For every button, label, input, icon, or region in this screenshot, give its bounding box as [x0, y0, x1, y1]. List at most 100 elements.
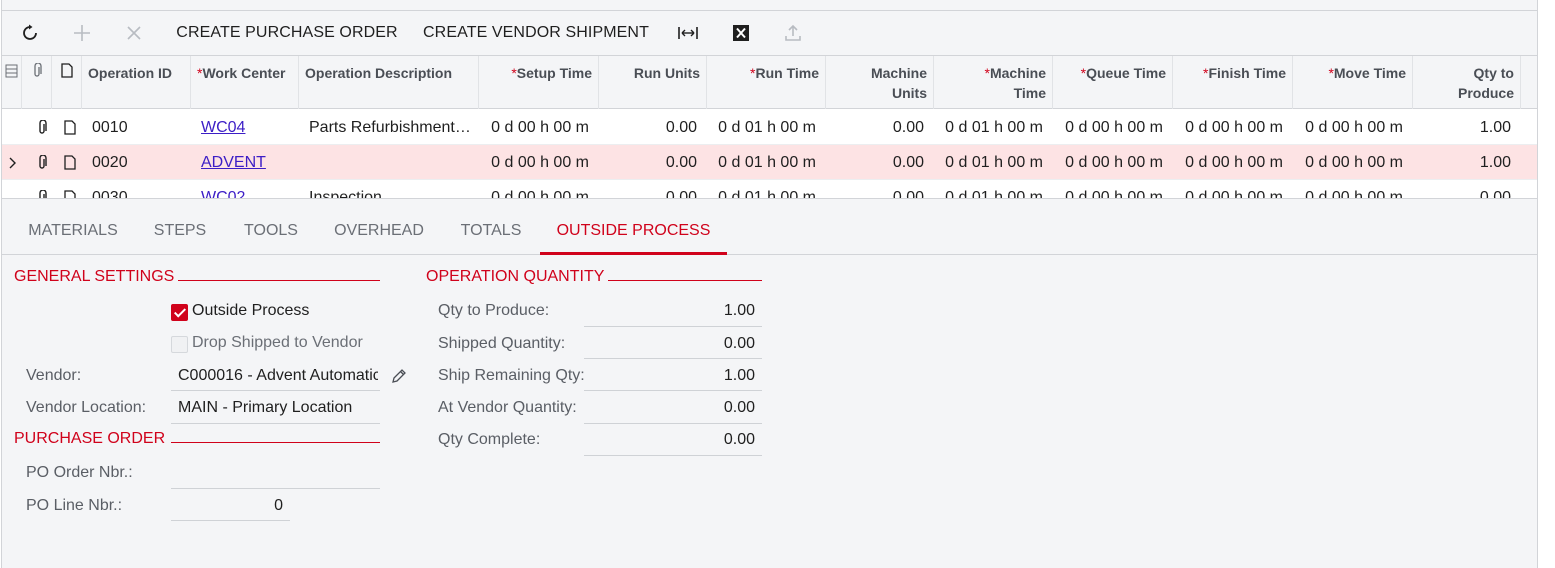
- plus-icon[interactable]: [68, 11, 96, 55]
- field-underline: [171, 488, 380, 489]
- cell-operation-id[interactable]: 0020: [86, 145, 191, 180]
- toolbar: CREATE PURCHASE ORDER CREATE VENDOR SHIP…: [2, 11, 1537, 55]
- vendor-field[interactable]: C000016 - Advent Automatic: [178, 367, 378, 385]
- po-line-nbr-label: PO Line Nbr.:: [26, 497, 123, 514]
- cell-description[interactable]: Inspection: [303, 180, 479, 198]
- pencil-icon[interactable]: [390, 367, 408, 385]
- cell-qty-to-produce[interactable]: 0.00: [1413, 180, 1517, 198]
- cell-description[interactable]: Parts Refurbishment…: [303, 110, 479, 145]
- upload-icon[interactable]: [779, 11, 807, 55]
- refresh-icon[interactable]: [16, 11, 44, 55]
- tab-steps[interactable]: STEPS: [140, 210, 220, 255]
- cell-operation-id[interactable]: 0030: [86, 180, 191, 198]
- tab-tools[interactable]: TOOLS: [228, 210, 314, 255]
- shipped-quantity-label: Shipped Quantity:: [438, 335, 566, 352]
- cell-finish-time[interactable]: 0 d 00 h 00 m: [1173, 110, 1289, 145]
- col-move-time[interactable]: *Move Time: [1293, 56, 1413, 109]
- fit-to-screen-icon[interactable]: [674, 11, 702, 55]
- cell-operation-id[interactable]: 0010: [86, 110, 191, 145]
- field-underline: [584, 326, 762, 327]
- section-divider: [178, 280, 380, 281]
- cell-run-units[interactable]: 0.00: [599, 145, 703, 180]
- cell-finish-time[interactable]: 0 d 00 h 00 m: [1173, 180, 1289, 198]
- cell-move-time[interactable]: 0 d 00 h 00 m: [1293, 110, 1409, 145]
- cell-finish-time[interactable]: 0 d 00 h 00 m: [1173, 145, 1289, 180]
- at-vendor-quantity-field: 0.00: [723, 399, 755, 416]
- cell-machine-units[interactable]: 0.00: [826, 110, 930, 145]
- cell-machine-units[interactable]: 0.00: [826, 180, 930, 198]
- cell-run-time[interactable]: 0 d 01 h 00 m: [707, 180, 822, 198]
- app-frame: CREATE PURCHASE ORDER CREATE VENDOR SHIP…: [1, 0, 1538, 568]
- attachment-header[interactable]: [22, 56, 52, 109]
- tab-overhead[interactable]: OVERHEAD: [320, 210, 438, 255]
- paperclip-icon[interactable]: [32, 145, 52, 180]
- cell-move-time[interactable]: 0 d 00 h 00 m: [1293, 145, 1409, 180]
- note-header[interactable]: [52, 56, 82, 109]
- col-machine-time[interactable]: *Machine Time: [934, 56, 1053, 109]
- paperclip-icon[interactable]: [32, 180, 52, 198]
- cell-run-time[interactable]: 0 d 01 h 00 m: [707, 110, 822, 145]
- col-operation-id[interactable]: Operation ID: [82, 56, 191, 109]
- cell-work-center[interactable]: WC02: [195, 180, 299, 198]
- note-icon[interactable]: [60, 180, 80, 198]
- cell-description[interactable]: [303, 145, 479, 180]
- purchase-order-title: PURCHASE ORDER: [14, 430, 166, 447]
- shipped-quantity-field: 0.00: [723, 335, 755, 352]
- outside-process-checkbox[interactable]: [171, 304, 188, 321]
- work-center-link[interactable]: ADVENT: [201, 154, 266, 171]
- cell-run-time[interactable]: 0 d 01 h 00 m: [707, 145, 822, 180]
- cell-work-center[interactable]: WC04: [195, 110, 299, 145]
- col-finish-time[interactable]: *Finish Time: [1173, 56, 1293, 109]
- cell-run-units[interactable]: 0.00: [599, 180, 703, 198]
- tab-totals[interactable]: TOTALS: [446, 210, 536, 255]
- cell-machine-time[interactable]: 0 d 01 h 00 m: [934, 110, 1049, 145]
- work-center-link[interactable]: WC02: [201, 189, 245, 198]
- col-setup-time[interactable]: *Setup Time: [479, 56, 599, 109]
- cell-run-units[interactable]: 0.00: [599, 110, 703, 145]
- cell-setup-time[interactable]: 0 d 00 h 00 m: [479, 180, 595, 198]
- ship-remaining-qty-label: Ship Remaining Qty:: [438, 367, 585, 384]
- col-machine-units[interactable]: Machine Units: [826, 56, 934, 109]
- table-row-selected[interactable]: 0020 ADVENT 0 d 00 h 00 m 0.00 0 d 01 h …: [2, 145, 1537, 180]
- paperclip-icon[interactable]: [32, 110, 52, 145]
- cell-qty-to-produce[interactable]: 1.00: [1413, 145, 1517, 180]
- cell-qty-to-produce[interactable]: 1.00: [1413, 110, 1517, 145]
- table-row[interactable]: 0010 WC04 Parts Refurbishment… 0 d 00 h …: [2, 110, 1537, 145]
- cell-work-center[interactable]: ADVENT: [195, 145, 299, 180]
- cell-machine-time[interactable]: 0 d 01 h 00 m: [934, 180, 1049, 198]
- table-row[interactable]: 0030 WC02 Inspection 0 d 00 h 00 m 0.00 …: [2, 180, 1537, 198]
- col-qty-to-produce[interactable]: Qty to Produce: [1413, 56, 1521, 109]
- create-purchase-order-button[interactable]: CREATE PURCHASE ORDER: [174, 11, 400, 55]
- section-divider: [171, 442, 380, 443]
- cell-queue-time[interactable]: 0 d 00 h 00 m: [1053, 145, 1169, 180]
- vendor-location-field[interactable]: MAIN - Primary Location: [178, 399, 378, 417]
- field-underline: [584, 455, 762, 456]
- paperclip-icon: [34, 62, 42, 77]
- tab-materials[interactable]: MATERIALS: [14, 210, 132, 255]
- cell-machine-time[interactable]: 0 d 01 h 00 m: [934, 145, 1049, 180]
- col-run-units[interactable]: Run Units: [599, 56, 707, 109]
- col-run-time[interactable]: *Run Time: [707, 56, 826, 109]
- excel-export-icon[interactable]: [727, 11, 755, 55]
- create-vendor-shipment-button[interactable]: CREATE VENDOR SHIPMENT: [420, 11, 652, 55]
- drop-shipped-checkbox[interactable]: [171, 336, 188, 353]
- cell-queue-time[interactable]: 0 d 00 h 00 m: [1053, 180, 1169, 198]
- ship-remaining-qty-field: 1.00: [723, 367, 755, 384]
- col-operation-description[interactable]: Operation Description: [299, 56, 479, 109]
- cell-setup-time[interactable]: 0 d 00 h 00 m: [479, 145, 595, 180]
- general-settings-title: GENERAL SETTINGS: [14, 268, 175, 285]
- note-icon[interactable]: [60, 110, 80, 145]
- close-icon[interactable]: [120, 11, 148, 55]
- col-queue-time[interactable]: *Queue Time: [1053, 56, 1173, 109]
- cell-setup-time[interactable]: 0 d 00 h 00 m: [479, 110, 595, 145]
- note-icon[interactable]: [60, 145, 80, 180]
- cell-machine-units[interactable]: 0.00: [826, 145, 930, 180]
- po-order-nbr-label: PO Order Nbr.:: [26, 464, 133, 481]
- cell-queue-time[interactable]: 0 d 00 h 00 m: [1053, 110, 1169, 145]
- po-line-nbr-field[interactable]: 0: [178, 497, 283, 515]
- cell-move-time[interactable]: 0 d 00 h 00 m: [1293, 180, 1409, 198]
- col-work-center[interactable]: *Work Center: [191, 56, 299, 109]
- vendor-label: Vendor:: [26, 367, 82, 384]
- work-center-link[interactable]: WC04: [201, 119, 245, 136]
- tab-outside-process[interactable]: OUTSIDE PROCESS: [540, 210, 727, 255]
